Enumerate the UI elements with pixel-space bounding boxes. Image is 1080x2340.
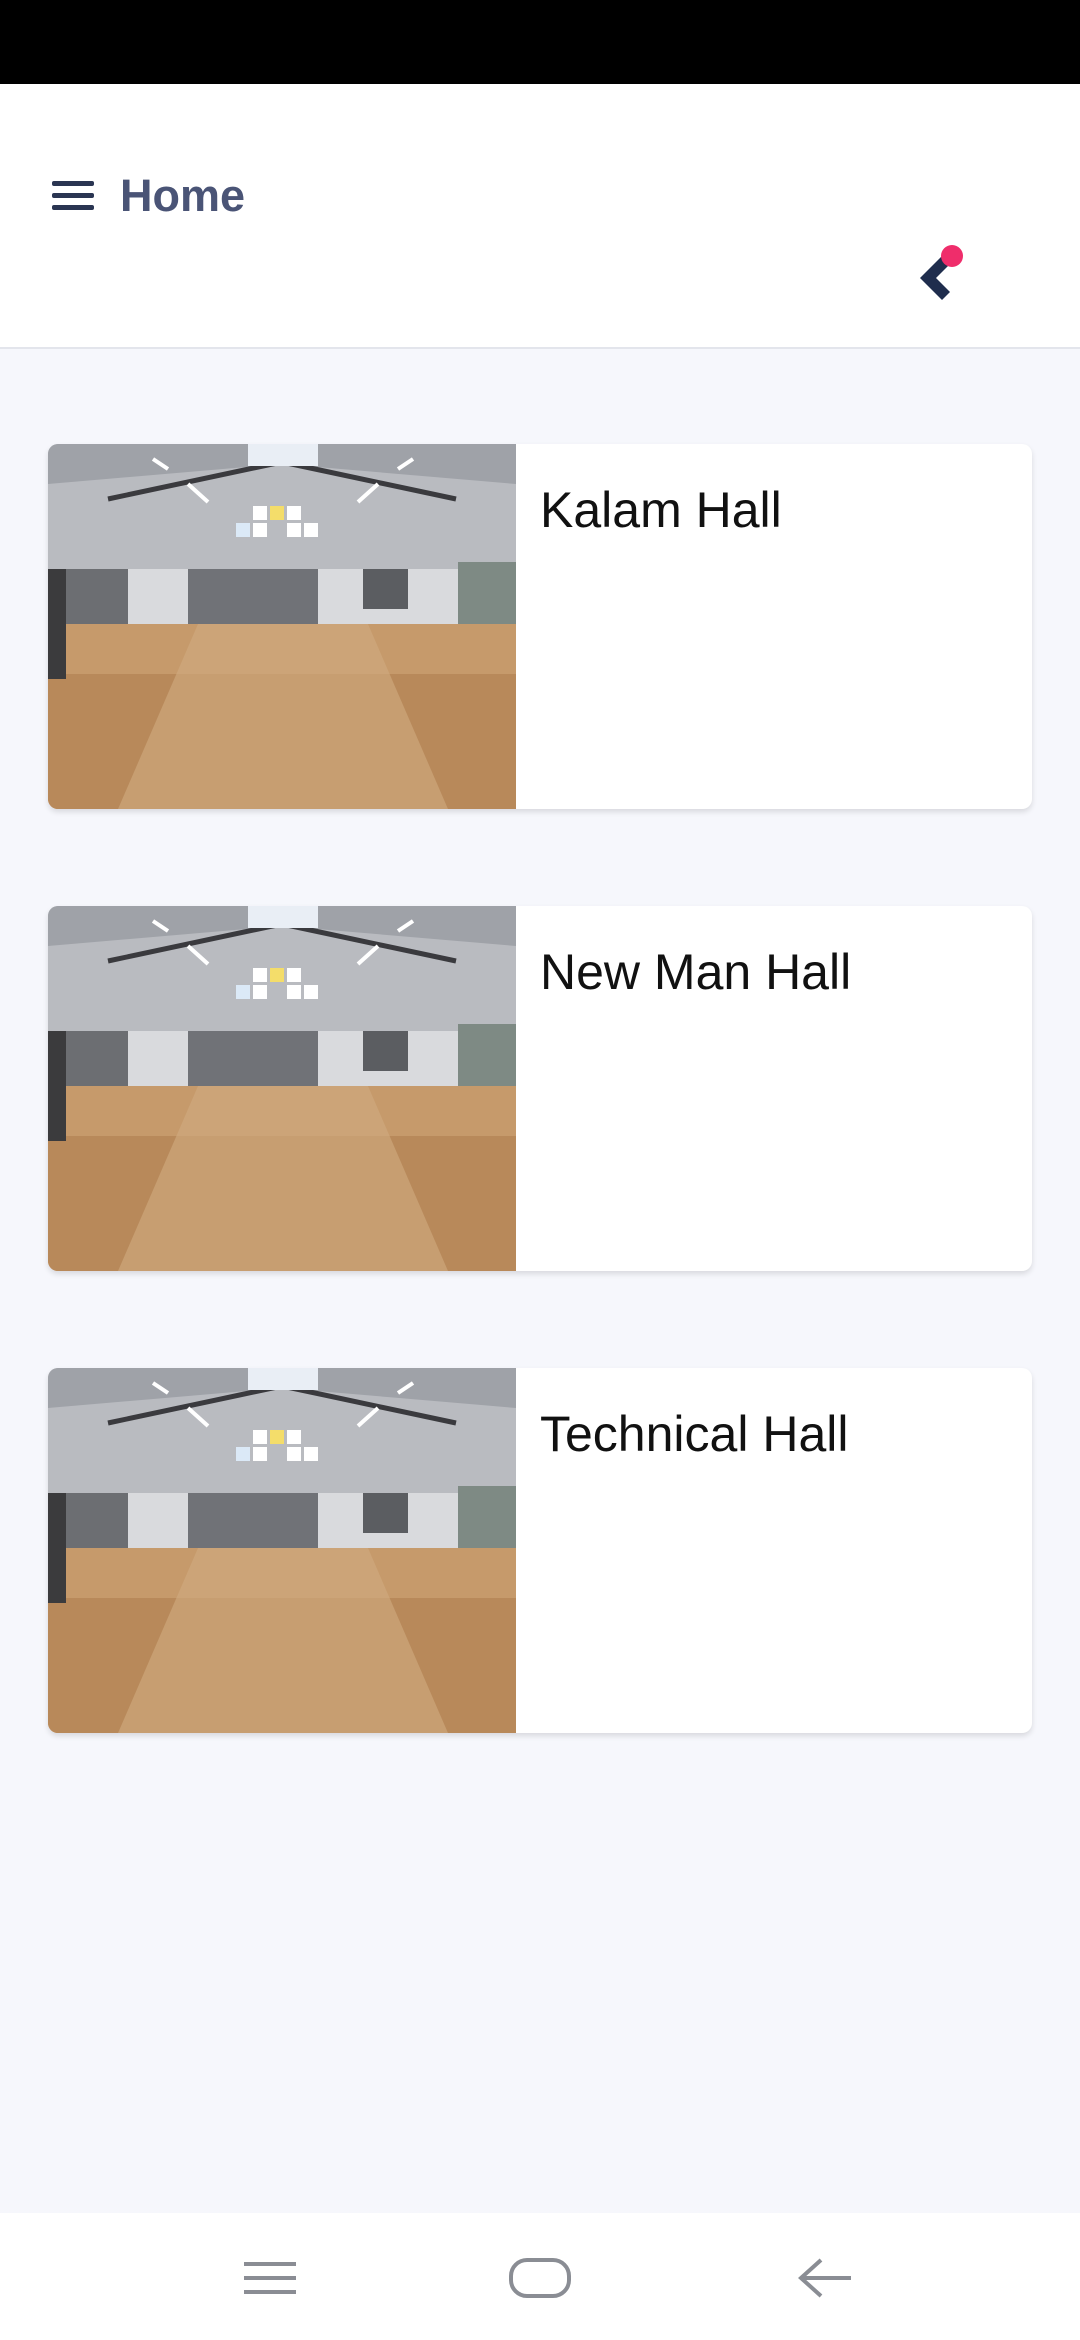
back-button[interactable]	[775, 2243, 875, 2313]
hamburger-menu-icon-line	[52, 204, 94, 210]
status-bar	[0, 0, 1080, 84]
hall-card-technical[interactable]: Technical Hall	[48, 1368, 1032, 1733]
hamburger-menu-icon	[52, 180, 94, 186]
brand-logo-icon[interactable]	[908, 234, 978, 304]
recents-menu-icon	[244, 2262, 296, 2294]
hall-photo	[48, 906, 516, 1271]
system-navigation-bar	[0, 2213, 1080, 2340]
menu-button[interactable]	[52, 170, 102, 220]
hall-card-new-man[interactable]: New Man Hall	[48, 906, 1032, 1271]
home-pill-icon	[509, 2258, 571, 2298]
page-title: Home	[120, 170, 246, 221]
hamburger-menu-icon-line	[52, 192, 94, 198]
hall-photo	[48, 1368, 516, 1733]
back-arrow-icon	[798, 2258, 851, 2298]
hall-photo	[48, 444, 516, 809]
home-button[interactable]	[490, 2243, 590, 2313]
hall-name: Kalam Hall	[540, 482, 782, 538]
hall-card-kalam[interactable]: Kalam Hall	[48, 444, 1032, 809]
hall-name: Technical Hall	[540, 1406, 849, 1462]
recents-button[interactable]	[220, 2243, 320, 2313]
hall-name: New Man Hall	[540, 944, 852, 1000]
